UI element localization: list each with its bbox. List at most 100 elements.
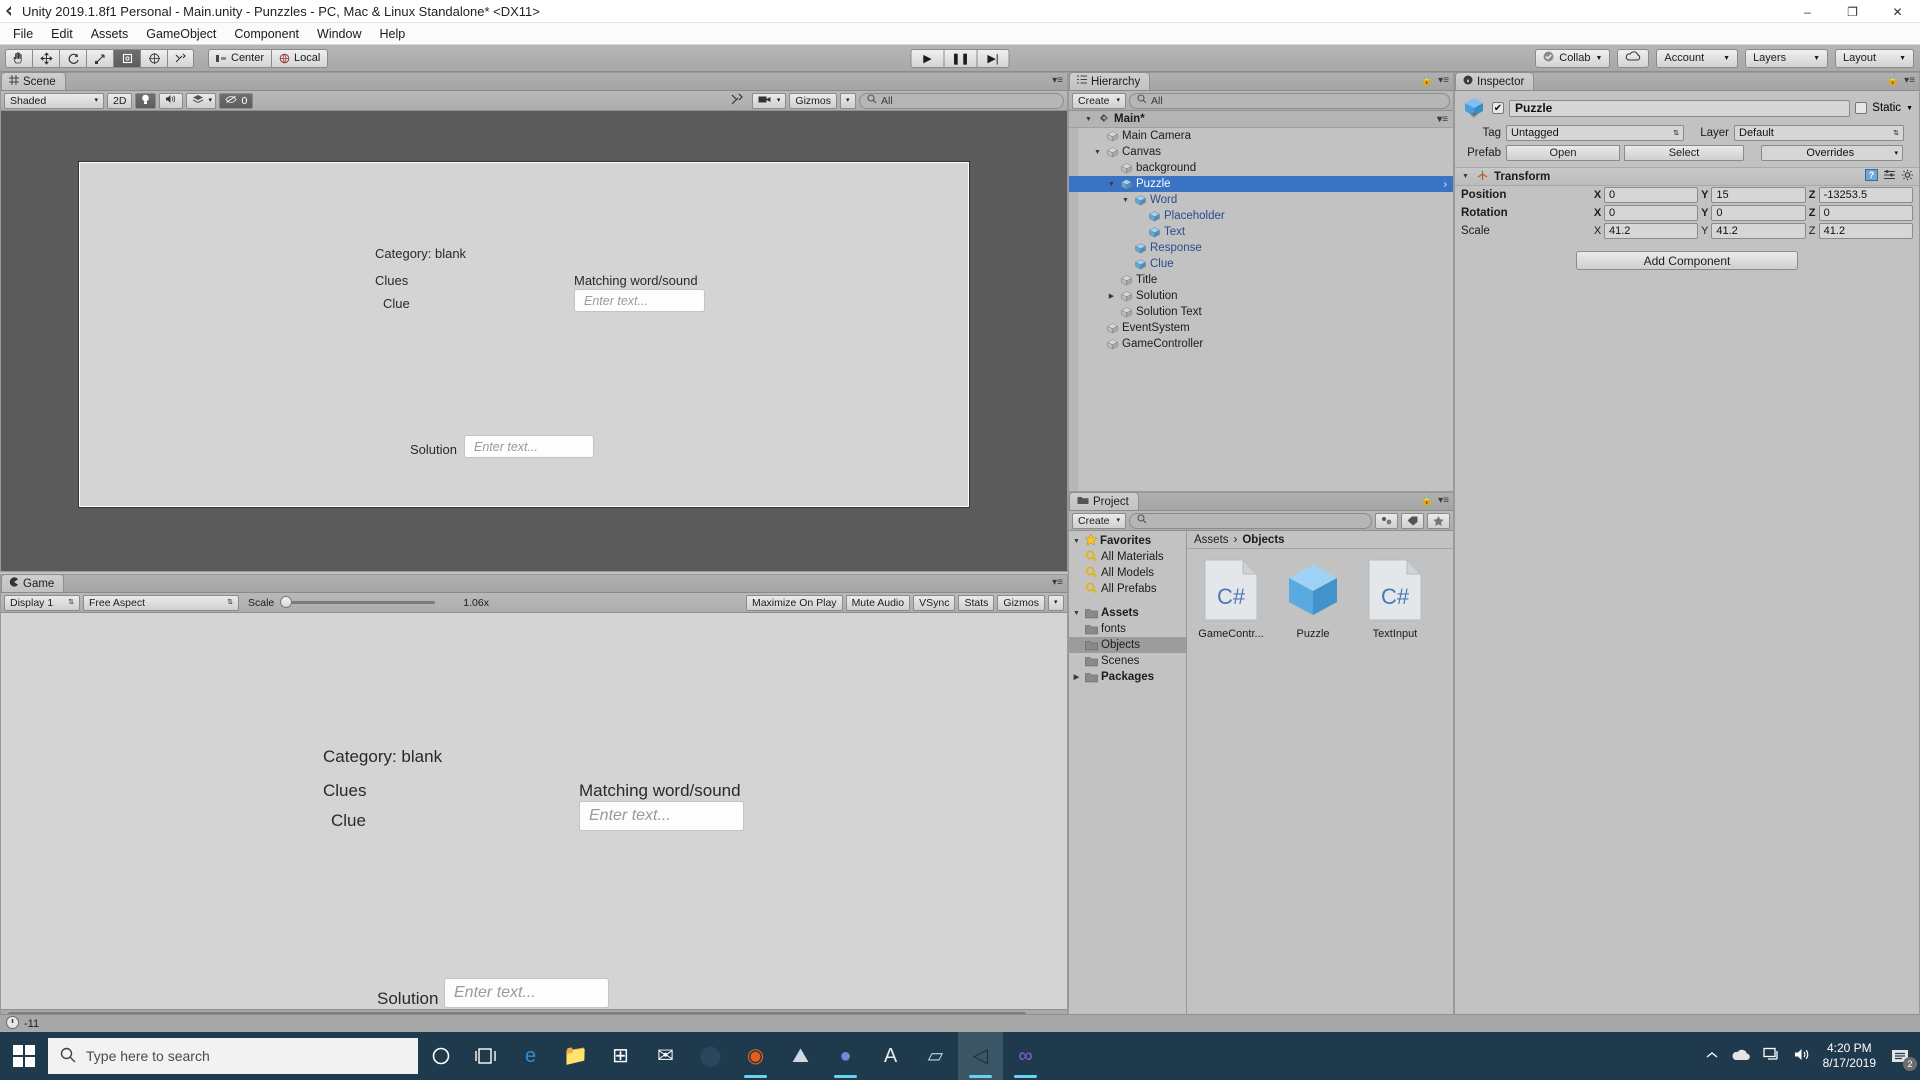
draw-mode-dropdown[interactable]: Shaded ▾ bbox=[4, 92, 104, 109]
asset-item[interactable]: C# TextInput bbox=[1357, 558, 1433, 640]
aspect-dropdown[interactable]: Free Aspect ⇅ bbox=[83, 594, 239, 611]
lock-icon[interactable]: 🔒 bbox=[1421, 75, 1433, 86]
hierarchy-menu-icon[interactable]: ▾≡ bbox=[1438, 75, 1449, 86]
object-name-field[interactable]: Puzzle bbox=[1509, 99, 1851, 117]
hierarchy-scene-row[interactable]: ▼ Main* ▾≡ bbox=[1069, 111, 1453, 128]
tab-project[interactable]: Project bbox=[1069, 492, 1139, 510]
rect-tool-button[interactable] bbox=[113, 48, 140, 68]
hierarchy-item-puzzle[interactable]: ▼ Puzzle › bbox=[1069, 176, 1453, 192]
transform-tool-button[interactable] bbox=[140, 48, 167, 68]
scene-search-input[interactable]: All bbox=[859, 92, 1064, 109]
microsoft-store-icon[interactable]: ⊞ bbox=[598, 1032, 643, 1080]
scene-gizmos-dropdown[interactable]: ▾ bbox=[840, 92, 856, 109]
scene-gizmos-button[interactable]: Gizmos bbox=[789, 92, 837, 109]
help-icon[interactable]: ? bbox=[1865, 169, 1878, 184]
rotation-x-field[interactable]: 0 bbox=[1604, 205, 1699, 221]
space-mode-button[interactable]: Local bbox=[271, 48, 329, 68]
project-menu-icon[interactable]: ▾≡ bbox=[1438, 495, 1449, 506]
task-view-icon[interactable] bbox=[463, 1032, 508, 1080]
edge-icon[interactable]: e bbox=[508, 1032, 553, 1080]
network-icon[interactable] bbox=[1762, 1047, 1781, 1065]
layer-dropdown[interactable]: Default ⇅ bbox=[1734, 125, 1904, 141]
maximize-button[interactable]: ❐ bbox=[1830, 0, 1875, 23]
clock[interactable]: 4:20 PM 8/17/2019 bbox=[1823, 1041, 1876, 1071]
play-button[interactable]: ▶ bbox=[910, 48, 944, 68]
project-filter-label-button[interactable] bbox=[1401, 512, 1424, 529]
scale-y-field[interactable]: 41.2 bbox=[1711, 223, 1806, 239]
acrobat-icon[interactable]: A bbox=[868, 1032, 913, 1080]
vsync-button[interactable]: VSync bbox=[913, 594, 956, 611]
cortana-circle-icon[interactable] bbox=[418, 1032, 463, 1080]
menu-item-file[interactable]: File bbox=[4, 25, 42, 43]
file-explorer-icon[interactable]: 📁 bbox=[553, 1032, 598, 1080]
project-assets-root[interactable]: ▼ Assets bbox=[1069, 605, 1186, 621]
project-create-button[interactable]: Create ▾ bbox=[1072, 512, 1126, 529]
menu-item-help[interactable]: Help bbox=[370, 25, 414, 43]
transform-component-header[interactable]: ▼ Transform ? bbox=[1455, 167, 1919, 186]
scene-solution-input[interactable]: Enter text... bbox=[464, 435, 594, 458]
unity-icon[interactable]: ◁ bbox=[958, 1032, 1003, 1080]
hierarchy-item-canvas[interactable]: ▼ Canvas bbox=[1069, 144, 1453, 160]
asset-item[interactable]: C# GameContr... bbox=[1193, 558, 1269, 640]
photos-icon[interactable]: ⛰ bbox=[778, 1032, 823, 1080]
taskbar-search-input[interactable]: Type here to search bbox=[48, 1038, 418, 1074]
game-viewport[interactable]: Category: blank Clues Matching word/soun… bbox=[1, 613, 1067, 1021]
hierarchy-search-input[interactable]: All bbox=[1129, 92, 1450, 109]
status-bar[interactable]: -11 bbox=[0, 1014, 1920, 1032]
pivot-mode-button[interactable]: Center bbox=[208, 48, 272, 68]
prefab-open-button[interactable]: Open bbox=[1506, 145, 1620, 161]
menu-item-component[interactable]: Component bbox=[225, 25, 308, 43]
tab-scene[interactable]: Scene bbox=[1, 72, 66, 90]
scene-lighting-toggle[interactable] bbox=[135, 92, 157, 109]
chevron-down-icon[interactable]: ▼ bbox=[1120, 197, 1131, 204]
hierarchy-create-button[interactable]: Create ▾ bbox=[1072, 92, 1126, 109]
chevron-right-icon[interactable]: ▶ bbox=[1071, 673, 1082, 681]
lock-icon[interactable]: 🔒 bbox=[1887, 75, 1899, 86]
game-solution-input[interactable]: Enter text... bbox=[444, 978, 609, 1008]
object-enabled-checkbox[interactable]: ✔ bbox=[1492, 102, 1504, 114]
game-gizmos-dropdown[interactable]: ▾ bbox=[1048, 594, 1064, 611]
discord-icon[interactable]: ● bbox=[823, 1032, 868, 1080]
scene-clue-input[interactable]: Enter text... bbox=[574, 289, 705, 312]
volume-icon[interactable] bbox=[1793, 1047, 1811, 1065]
chevron-down-icon[interactable]: ▼ bbox=[1071, 610, 1082, 617]
start-button[interactable] bbox=[0, 1032, 48, 1080]
hierarchy-item-word[interactable]: ▼ Word bbox=[1069, 192, 1453, 208]
minimize-button[interactable]: – bbox=[1785, 0, 1830, 23]
scene-tools-button[interactable] bbox=[726, 93, 749, 109]
prefab-overrides-dropdown[interactable]: Overrides ▾ bbox=[1761, 145, 1903, 161]
position-x-field[interactable]: 0 bbox=[1604, 187, 1699, 203]
scale-slider-track[interactable] bbox=[280, 596, 436, 608]
notes-icon[interactable]: ▱ bbox=[913, 1032, 958, 1080]
tab-inspector[interactable]: Inspector bbox=[1455, 72, 1535, 90]
rotate-tool-button[interactable] bbox=[59, 48, 86, 68]
chevron-down-icon[interactable]: ▼ bbox=[1083, 116, 1094, 123]
hierarchy-item-background[interactable]: background bbox=[1069, 160, 1453, 176]
display-dropdown[interactable]: Display 1 ⇅ bbox=[4, 594, 80, 611]
scale-tool-button[interactable] bbox=[86, 48, 113, 68]
steam-icon[interactable]: ⬤ bbox=[688, 1032, 733, 1080]
hierarchy-item-text[interactable]: Text bbox=[1069, 224, 1453, 240]
tab-hierarchy[interactable]: Hierarchy bbox=[1069, 72, 1151, 90]
project-favorite-button[interactable] bbox=[1427, 512, 1450, 529]
stats-button[interactable]: Stats bbox=[958, 594, 995, 611]
account-button[interactable]: Account ▼ bbox=[1656, 48, 1739, 68]
game-gizmos-button[interactable]: Gizmos bbox=[997, 594, 1045, 611]
scale-z-field[interactable]: 41.2 bbox=[1818, 223, 1913, 239]
hierarchy-item-title[interactable]: Title bbox=[1069, 272, 1453, 288]
project-search-input[interactable] bbox=[1129, 512, 1372, 529]
static-checkbox[interactable] bbox=[1855, 102, 1868, 114]
hierarchy-item-solution[interactable]: ▶ Solution bbox=[1069, 288, 1453, 304]
chevron-down-icon[interactable]: ▼ bbox=[1071, 538, 1082, 545]
hierarchy-item-solution-text[interactable]: Solution Text bbox=[1069, 304, 1453, 320]
breadcrumb-assets[interactable]: Assets bbox=[1194, 534, 1229, 546]
step-button[interactable]: ▶| bbox=[976, 48, 1010, 68]
visual-studio-icon[interactable]: ∞ bbox=[1003, 1032, 1048, 1080]
inspector-menu-icon[interactable]: ▾≡ bbox=[1904, 75, 1915, 86]
chevron-down-icon[interactable]: ▼ bbox=[1106, 181, 1117, 188]
chevron-down-icon[interactable]: ▼ bbox=[1460, 173, 1471, 180]
position-z-field[interactable]: -13253.5 bbox=[1818, 187, 1913, 203]
scale-slider-knob[interactable] bbox=[280, 596, 293, 608]
project-favorites-root[interactable]: ▼ Favorites bbox=[1069, 533, 1186, 549]
maximize-on-play-button[interactable]: Maximize On Play bbox=[745, 594, 843, 611]
